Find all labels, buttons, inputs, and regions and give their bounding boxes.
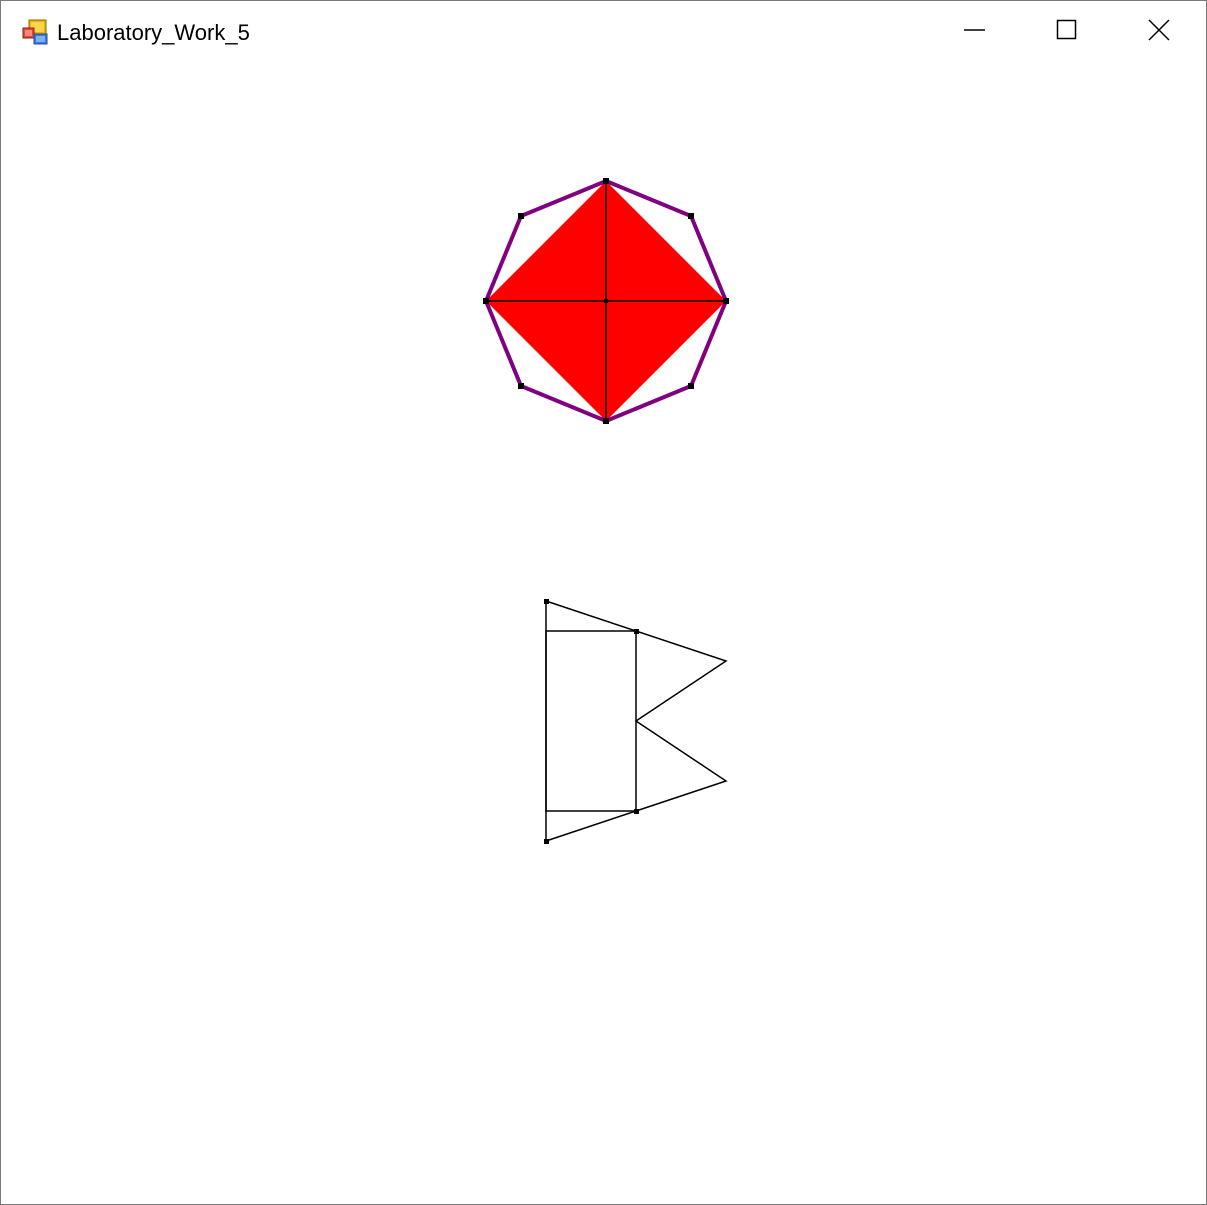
minimize-button[interactable] — [929, 1, 1021, 59]
bottom-slant-line — [545, 810, 637, 842]
lower-figure-vertex-markers — [544, 599, 639, 844]
app-icon[interactable] — [22, 19, 50, 45]
app-window: Laboratory_Work_5 — [0, 0, 1207, 1205]
minimize-icon — [964, 19, 986, 41]
lower-figure — [545, 600, 728, 842]
title-bar[interactable]: Laboratory_Work_5 — [1, 1, 1206, 63]
right-zigzag-line — [634, 630, 728, 812]
maximize-icon — [1056, 19, 1078, 41]
maximize-button[interactable] — [1021, 1, 1113, 59]
top-slant-line — [545, 600, 637, 632]
window-title: Laboratory_Work_5 — [57, 20, 250, 45]
close-icon — [1148, 19, 1170, 41]
close-button[interactable] — [1113, 1, 1205, 59]
drawing-area[interactable] — [1, 63, 1206, 1204]
drawing-canvas — [483, 178, 729, 844]
lower-rectangle — [545, 630, 637, 812]
